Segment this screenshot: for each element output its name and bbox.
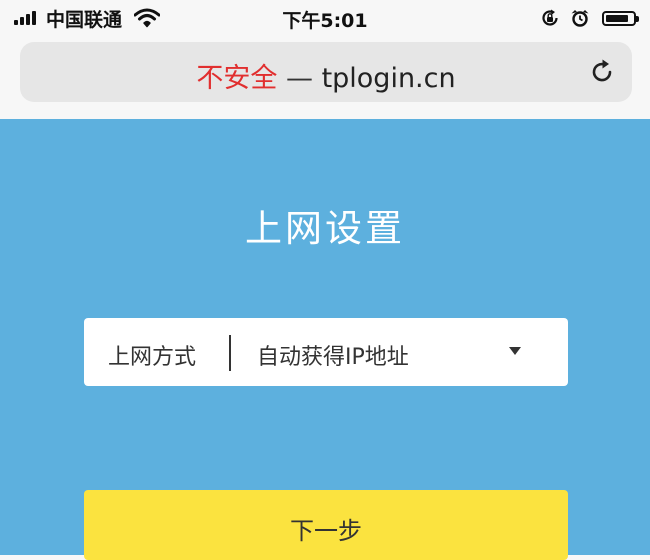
chevron-down-icon[interactable]	[509, 347, 521, 355]
battery-icon	[602, 10, 639, 26]
main-panel: 上网设置 上网方式 自动获得IP地址 下一步	[0, 119, 650, 560]
select-value[interactable]: 自动获得IP地址	[257, 339, 409, 371]
select-label: 上网方式	[108, 345, 197, 370]
next-button-label: 下一步	[290, 517, 362, 545]
address-text[interactable]: 不安全 — tplogin.cn	[20, 56, 632, 95]
page-title: 上网设置	[245, 207, 405, 250]
orientation-lock-icon	[542, 9, 558, 26]
next-button[interactable]: 下一步	[84, 490, 568, 560]
address-bar[interactable]: 不安全 — tplogin.cn	[20, 42, 632, 102]
alarm-icon	[571, 10, 589, 27]
address-host: tplogin.cn	[321, 63, 456, 94]
battery-fill	[606, 14, 629, 22]
status-bar: 中国联通 下午5:01	[0, 0, 650, 36]
address-separator: —	[285, 63, 313, 94]
select-divider	[229, 335, 231, 371]
insecure-label: 不安全	[196, 63, 278, 94]
connection-type-select[interactable]: 上网方式 自动获得IP地址	[84, 318, 568, 386]
reload-icon[interactable]	[588, 58, 616, 86]
status-right	[530, 7, 639, 29]
